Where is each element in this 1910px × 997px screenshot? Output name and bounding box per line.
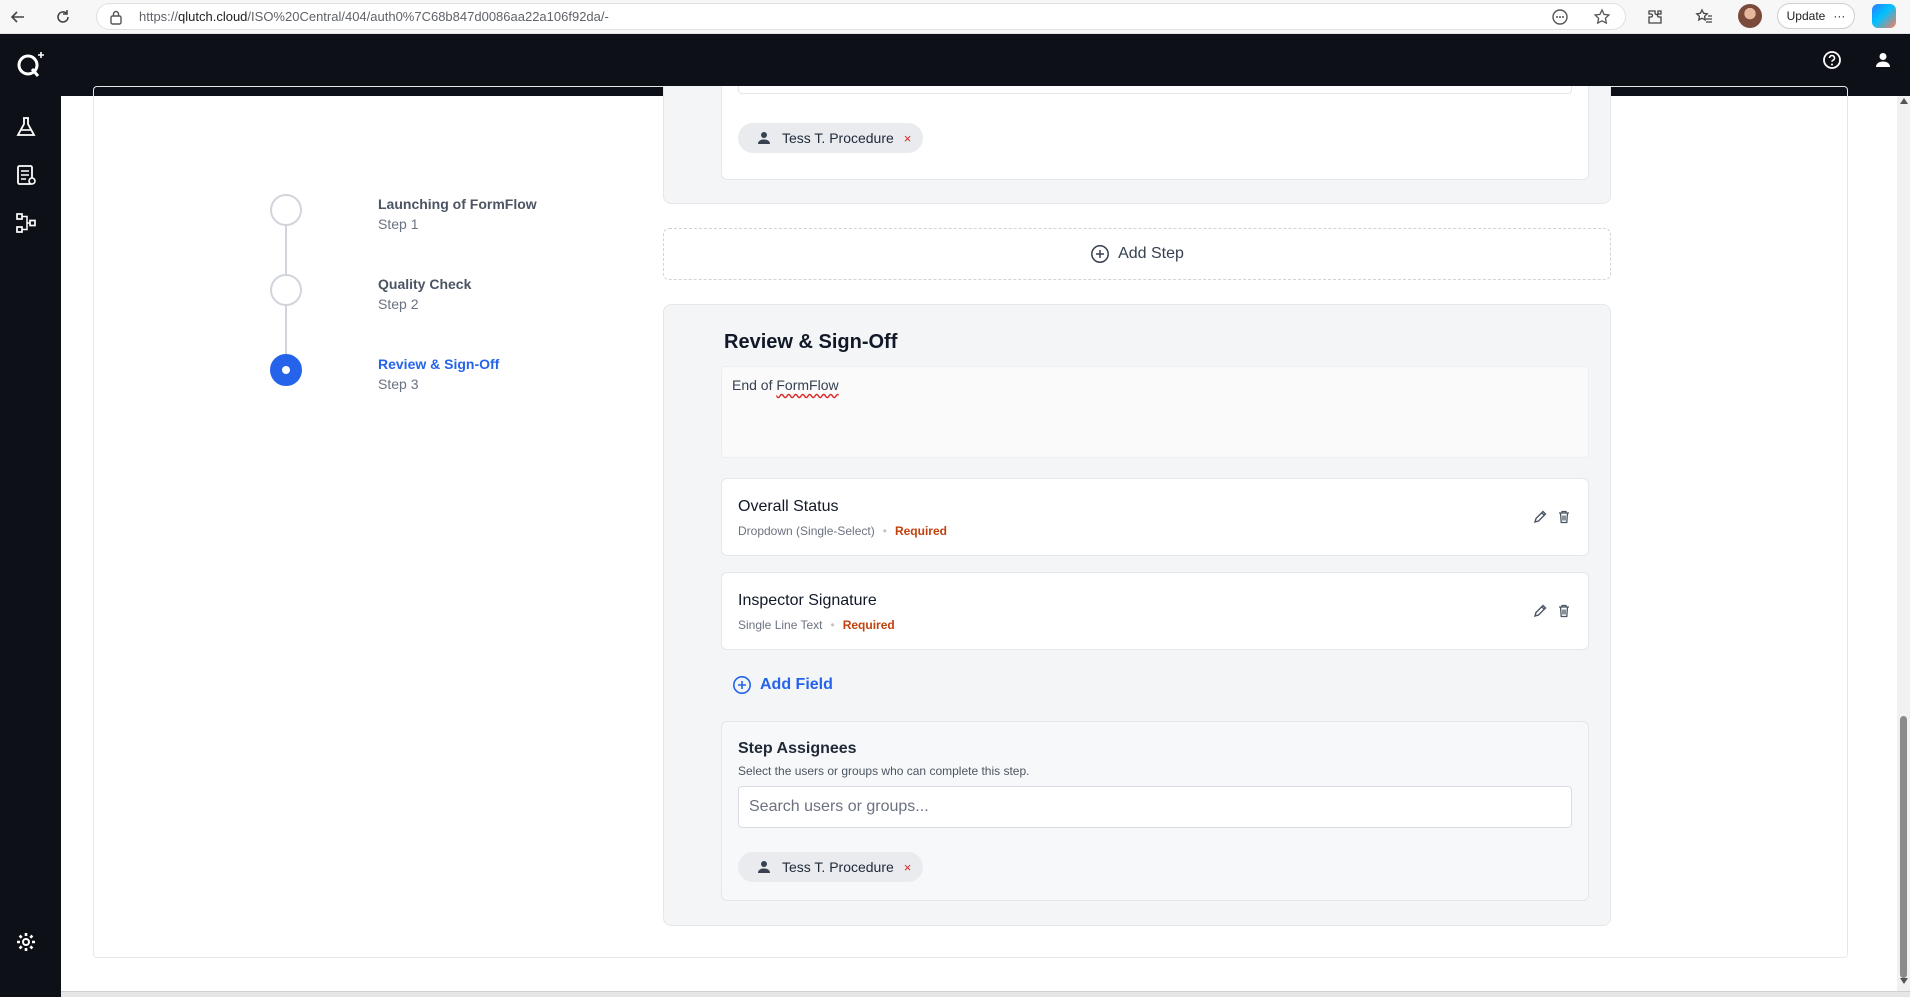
scroll-up-arrow-icon[interactable] — [1900, 98, 1908, 104]
url-text: https://qlutch.cloud/ISO%20Central/404/a… — [139, 9, 609, 24]
step-assignees-title: Step Assignees — [738, 740, 857, 757]
field-type: Single Line Text — [738, 618, 823, 632]
assignee-chip: Tess T. Procedure × — [738, 852, 924, 882]
step-assignees-subtitle: Select the users or groups who can compl… — [738, 764, 1030, 778]
flask-icon[interactable] — [13, 114, 39, 140]
field-card-overall-status[interactable]: Overall Status Dropdown (Single-Select) … — [721, 478, 1589, 556]
add-field-label: Add Field — [760, 676, 833, 693]
step-title: Quality Check — [378, 276, 472, 292]
update-button[interactable]: Update ··· — [1777, 3, 1855, 29]
step-title: Review & Sign-Off — [378, 356, 500, 372]
gear-icon[interactable] — [13, 929, 39, 955]
add-step-button[interactable]: Add Step — [663, 228, 1611, 280]
remove-assignee-button[interactable]: × — [904, 131, 912, 146]
address-bar[interactable]: https://qlutch.cloud/ISO%20Central/404/a… — [96, 3, 1626, 30]
scroll-thumb[interactable] — [1900, 716, 1907, 978]
assignee-search-input[interactable] — [738, 786, 1572, 828]
scroll-down-arrow-icon[interactable] — [1900, 978, 1908, 984]
copilot-icon[interactable] — [1872, 4, 1896, 28]
assignee-chip: Tess T. Procedure × — [738, 123, 924, 153]
trash-icon[interactable] — [1556, 603, 1572, 619]
step-number: Step 1 — [378, 216, 419, 232]
add-step-label: Add Step — [1118, 245, 1184, 262]
page-scrollbar[interactable] — [1897, 96, 1910, 991]
step-card-review-sign-off: Review & Sign-Off End of FormFlow Overal… — [663, 304, 1611, 926]
add-field-button[interactable]: Add Field — [732, 675, 833, 695]
lock-icon[interactable] — [109, 9, 123, 25]
pencil-icon[interactable] — [1532, 509, 1548, 525]
help-icon[interactable] — [1822, 50, 1842, 70]
required-badge: Required — [842, 618, 895, 632]
field-meta: Single Line Text • Required — [738, 618, 895, 632]
assignee-search-input-edge[interactable] — [738, 86, 1572, 94]
field-name: Overall Status — [738, 498, 839, 515]
workflow-icon[interactable] — [13, 210, 39, 236]
required-badge: Required — [894, 524, 947, 538]
meta-separator: • — [830, 618, 835, 632]
step-assignees-panel: Step Assignees Select the users or group… — [721, 721, 1589, 901]
person-icon — [756, 859, 772, 875]
update-label: Update — [1786, 9, 1826, 23]
step-title: Launching of FormFlow — [378, 196, 537, 212]
field-type: Dropdown (Single-Select) — [738, 524, 875, 538]
back-arrow-icon[interactable] — [6, 5, 30, 29]
previous-step-card: Tess T. Procedure × — [663, 86, 1611, 204]
previous-step-assignees: Tess T. Procedure × — [721, 86, 1589, 180]
left-sidebar — [0, 96, 61, 997]
profile-avatar[interactable] — [1738, 4, 1762, 28]
step-indicator-active — [270, 354, 302, 386]
assignee-name: Tess T. Procedure — [782, 859, 894, 875]
pencil-icon[interactable] — [1532, 603, 1548, 619]
step-card-title[interactable]: Review & Sign-Off — [724, 331, 897, 354]
step-number: Step 2 — [378, 296, 419, 312]
field-meta: Dropdown (Single-Select) • Required — [738, 524, 947, 538]
field-actions — [1532, 509, 1572, 525]
step-description-text: End of FormFlow — [732, 377, 839, 393]
step-number: Step 3 — [378, 376, 419, 392]
user-icon[interactable] — [1873, 50, 1893, 70]
plus-circle-icon — [732, 675, 752, 695]
extensions-icon[interactable] — [1643, 5, 1667, 29]
step-indicator — [270, 274, 302, 306]
reader-icon[interactable] — [1551, 8, 1569, 26]
document-list-icon[interactable] — [13, 162, 39, 188]
step-description-textarea[interactable]: End of FormFlow — [721, 366, 1589, 458]
plus-circle-icon — [1090, 244, 1110, 264]
favorite-star-icon[interactable] — [1593, 8, 1611, 26]
person-icon — [756, 130, 772, 146]
remove-assignee-button[interactable]: × — [904, 860, 912, 875]
app-logo-icon[interactable] — [14, 48, 48, 82]
field-name: Inspector Signature — [738, 592, 877, 609]
favorites-icon[interactable] — [1692, 5, 1716, 29]
reload-icon[interactable] — [51, 5, 75, 29]
step-indicator — [270, 194, 302, 226]
browser-toolbar: https://qlutch.cloud/ISO%20Central/404/a… — [0, 0, 1910, 34]
meta-separator: • — [882, 524, 887, 538]
trash-icon[interactable] — [1556, 509, 1572, 525]
bottom-edge — [61, 991, 1910, 997]
more-menu-icon: ··· — [1833, 9, 1846, 23]
field-actions — [1532, 603, 1572, 619]
assignee-name: Tess T. Procedure — [782, 130, 894, 146]
field-card-inspector-signature[interactable]: Inspector Signature Single Line Text • R… — [721, 572, 1589, 650]
